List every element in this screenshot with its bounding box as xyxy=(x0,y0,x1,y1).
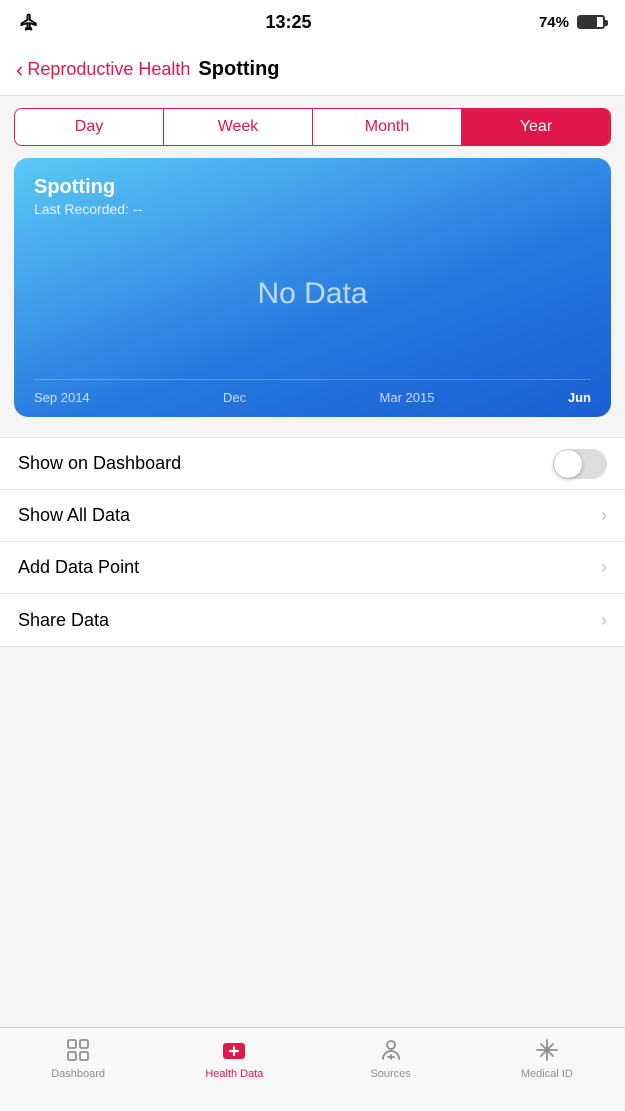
share-data-right: › xyxy=(601,610,607,631)
tab-sources[interactable]: Sources xyxy=(313,1036,469,1080)
status-bar: 13:25 74% xyxy=(0,0,625,44)
airplane-mode-icon xyxy=(20,13,38,31)
x-label-1: Dec xyxy=(223,390,246,405)
medical-id-tab-icon xyxy=(533,1036,561,1064)
segment-week[interactable]: Week xyxy=(164,109,313,145)
share-data-label: Share Data xyxy=(18,610,109,631)
chart-x-axis: Sep 2014 Dec Mar 2015 Jun xyxy=(34,379,591,417)
add-data-right: › xyxy=(601,557,607,578)
tab-dashboard[interactable]: Dashboard xyxy=(0,1036,156,1080)
all-data-right: › xyxy=(601,505,607,526)
chart-card: Spotting Last Recorded: -- No Data Sep 2… xyxy=(14,158,611,417)
chevron-right-icon: › xyxy=(601,505,607,526)
chevron-right-icon-add: › xyxy=(601,557,607,578)
list-row-dashboard[interactable]: Show on Dashboard xyxy=(0,438,625,490)
chart-subtitle: Last Recorded: -- xyxy=(34,201,591,217)
chevron-right-icon-share: › xyxy=(601,610,607,631)
battery-icon xyxy=(577,15,605,29)
tab-health-data[interactable]: Health Data xyxy=(156,1036,312,1080)
tab-medical-id[interactable]: Medical ID xyxy=(469,1036,625,1080)
add-data-label: Add Data Point xyxy=(18,557,139,578)
segment-control: Day Week Month Year xyxy=(14,108,611,146)
dashboard-toggle-container xyxy=(553,449,607,479)
status-time: 13:25 xyxy=(265,12,311,33)
sources-tab-icon xyxy=(377,1036,405,1064)
health-data-tab-icon xyxy=(220,1036,248,1064)
list-row-share-data[interactable]: Share Data › xyxy=(0,594,625,646)
back-button[interactable]: ‹ Reproductive Health xyxy=(16,59,190,81)
tab-health-data-label: Health Data xyxy=(205,1068,263,1080)
dashboard-label: Show on Dashboard xyxy=(18,453,181,474)
x-label-0: Sep 2014 xyxy=(34,390,90,405)
tab-bar: Dashboard Health Data Sources xyxy=(0,1027,625,1111)
tab-sources-label: Sources xyxy=(370,1068,410,1080)
segment-year[interactable]: Year xyxy=(462,109,610,145)
battery-fill xyxy=(579,17,597,27)
battery-percent: 74% xyxy=(539,14,569,31)
nav-bar: ‹ Reproductive Health Spotting xyxy=(0,44,625,96)
status-right: 74% xyxy=(539,14,605,31)
list-row-add-data[interactable]: Add Data Point › xyxy=(0,542,625,594)
dashboard-toggle[interactable] xyxy=(553,449,607,479)
all-data-label: Show All Data xyxy=(18,505,130,526)
x-label-2: Mar 2015 xyxy=(380,390,435,405)
dashboard-tab-icon xyxy=(64,1036,92,1064)
list-row-all-data[interactable]: Show All Data › xyxy=(0,490,625,542)
segment-month[interactable]: Month xyxy=(313,109,462,145)
back-chevron-icon: ‹ xyxy=(16,59,23,81)
chart-no-data: No Data xyxy=(34,217,591,371)
list-section: Show on Dashboard Show All Data › Add Da… xyxy=(0,437,625,647)
toggle-thumb xyxy=(554,450,582,478)
page-title: Spotting xyxy=(198,58,279,81)
segment-day[interactable]: Day xyxy=(15,109,164,145)
tab-dashboard-label: Dashboard xyxy=(51,1068,105,1080)
chart-title: Spotting xyxy=(34,176,591,199)
tab-medical-id-label: Medical ID xyxy=(521,1068,573,1080)
x-label-3: Jun xyxy=(568,390,591,405)
back-label: Reproductive Health xyxy=(27,59,190,80)
